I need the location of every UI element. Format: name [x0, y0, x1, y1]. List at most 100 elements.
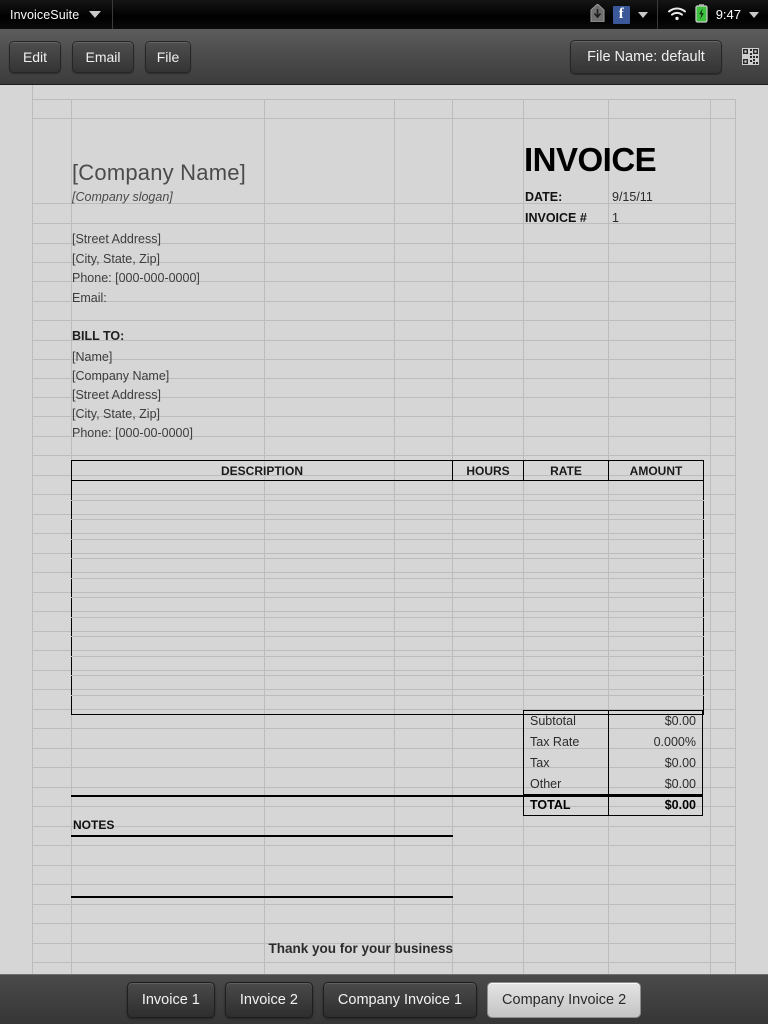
totals-row[interactable]: Subtotal $0.00 [523, 710, 703, 732]
line-items-cell[interactable] [523, 499, 609, 520]
line-items-cell[interactable] [71, 577, 453, 598]
line-items-cell[interactable] [452, 655, 524, 676]
line-items-cell[interactable] [71, 675, 453, 696]
line-items-cell[interactable] [523, 597, 609, 618]
line-items-cell[interactable] [523, 480, 609, 501]
totals-row-value[interactable]: $0.00 [608, 752, 703, 774]
file-name-button[interactable]: File Name: default [570, 39, 722, 74]
line-items-cell[interactable] [608, 519, 704, 540]
totals-row-value[interactable]: 0.000% [608, 731, 703, 753]
line-items-cell[interactable] [608, 675, 704, 696]
line-items-cell[interactable] [608, 655, 704, 676]
chevron-down-icon[interactable] [89, 11, 102, 18]
line-items-cell[interactable] [71, 480, 453, 501]
line-items-cell[interactable] [452, 480, 524, 501]
line-items-cell[interactable] [523, 577, 609, 598]
edit-button[interactable]: Edit [9, 40, 61, 73]
line-items-cell[interactable] [608, 499, 704, 520]
line-items-cell[interactable] [71, 499, 453, 520]
bill-to-company-cell[interactable]: [Company Name] [72, 369, 169, 383]
bill-to-street-cell[interactable]: [Street Address] [72, 388, 161, 402]
line-items-cell[interactable] [523, 519, 609, 540]
line-items-row[interactable] [71, 499, 704, 520]
line-items-row[interactable] [71, 655, 704, 676]
line-items-row[interactable] [71, 616, 704, 637]
line-items-cell[interactable] [608, 538, 704, 559]
line-items-cell[interactable] [452, 499, 524, 520]
tab-invoice-2[interactable]: Invoice 2 [224, 981, 313, 1018]
grid-row-line [32, 962, 735, 963]
wifi-icon[interactable] [667, 6, 687, 24]
line-items-cell[interactable] [523, 616, 609, 637]
line-items-cell[interactable] [71, 694, 453, 715]
totals-row-value[interactable]: $0.00 [608, 710, 703, 732]
line-items-row[interactable] [71, 675, 704, 696]
totals-row[interactable]: Other $0.00 [523, 773, 703, 795]
totals-row-value[interactable]: $0.00 [608, 773, 703, 795]
line-items-row[interactable] [71, 519, 704, 540]
qr-code-icon[interactable] [742, 48, 759, 65]
line-items-cell[interactable] [452, 694, 524, 715]
line-items-cell[interactable] [608, 636, 704, 657]
line-items-cell[interactable] [71, 655, 453, 676]
line-items-cell[interactable] [452, 577, 524, 598]
line-items-cell[interactable] [452, 519, 524, 540]
facebook-icon[interactable]: f [612, 5, 630, 24]
invoice-sheet[interactable]: [Company Name] [Company slogan] [Street … [0, 85, 768, 974]
line-items-cell[interactable] [608, 577, 704, 598]
line-items-cell[interactable] [608, 558, 704, 579]
line-items-cell[interactable] [523, 655, 609, 676]
line-items-cell[interactable] [608, 480, 704, 501]
line-items-cell[interactable] [71, 636, 453, 657]
line-items-cell[interactable] [523, 675, 609, 696]
download-icon[interactable] [590, 3, 605, 25]
line-items-cell[interactable] [71, 519, 453, 540]
totals-table[interactable]: Subtotal $0.00 Tax Rate 0.000% Tax $0.00 Other… [523, 710, 703, 816]
company-street-cell[interactable]: [Street Address] [72, 232, 161, 246]
company-slogan-cell[interactable]: [Company slogan] [72, 190, 173, 204]
tab-company-invoice-1[interactable]: Company Invoice 1 [322, 981, 478, 1018]
line-items-row[interactable] [71, 480, 704, 501]
invoice-number-value[interactable]: 1 [612, 211, 619, 225]
tab-invoice-1[interactable]: Invoice 1 [126, 981, 215, 1018]
file-button[interactable]: File [145, 40, 191, 73]
email-button[interactable]: Email [72, 40, 134, 73]
line-items-row[interactable] [71, 577, 704, 598]
line-items-cell[interactable] [71, 597, 453, 618]
line-items-cell[interactable] [523, 538, 609, 559]
tab-company-invoice-2[interactable]: Company Invoice 2 [487, 981, 642, 1018]
line-items-cell[interactable] [523, 636, 609, 657]
company-email-cell[interactable]: Email: [72, 291, 107, 305]
line-items-cell[interactable] [523, 558, 609, 579]
line-items-row[interactable] [71, 558, 704, 579]
line-items-table[interactable]: DESCRIPTION HOURS RATE AMOUNT [71, 460, 704, 715]
totals-row[interactable]: Tax Rate 0.000% [523, 731, 703, 753]
line-items-body[interactable] [71, 480, 704, 715]
tray-chevron-down-icon[interactable] [637, 11, 648, 18]
company-city-cell[interactable]: [City, State, Zip] [72, 252, 160, 266]
totals-row[interactable]: Tax $0.00 [523, 752, 703, 774]
bill-to-city-cell[interactable]: [City, State, Zip] [72, 407, 160, 421]
app-menu[interactable]: InvoiceSuite [0, 0, 114, 29]
company-phone-cell[interactable]: Phone: [000-000-0000] [72, 271, 200, 285]
line-items-cell[interactable] [608, 616, 704, 637]
line-items-cell[interactable] [452, 675, 524, 696]
line-items-cell[interactable] [452, 597, 524, 618]
line-items-cell[interactable] [452, 616, 524, 637]
company-name-cell[interactable]: [Company Name] [72, 160, 246, 186]
line-items-row[interactable] [71, 597, 704, 618]
line-items-row[interactable] [71, 538, 704, 559]
line-items-cell[interactable] [608, 597, 704, 618]
line-items-row[interactable] [71, 636, 704, 657]
line-items-cell[interactable] [71, 558, 453, 579]
line-items-cell[interactable] [452, 636, 524, 657]
line-items-cell[interactable] [452, 538, 524, 559]
battery-charging-icon[interactable] [695, 3, 708, 26]
line-items-cell[interactable] [71, 538, 453, 559]
line-items-cell[interactable] [452, 558, 524, 579]
line-items-cell[interactable] [71, 616, 453, 637]
bill-to-name-cell[interactable]: [Name] [72, 350, 112, 364]
status-chevron-down-icon[interactable] [749, 11, 759, 18]
invoice-date-value[interactable]: 9/15/11 [612, 190, 653, 204]
bill-to-phone-cell[interactable]: Phone: [000-00-0000] [72, 426, 193, 440]
